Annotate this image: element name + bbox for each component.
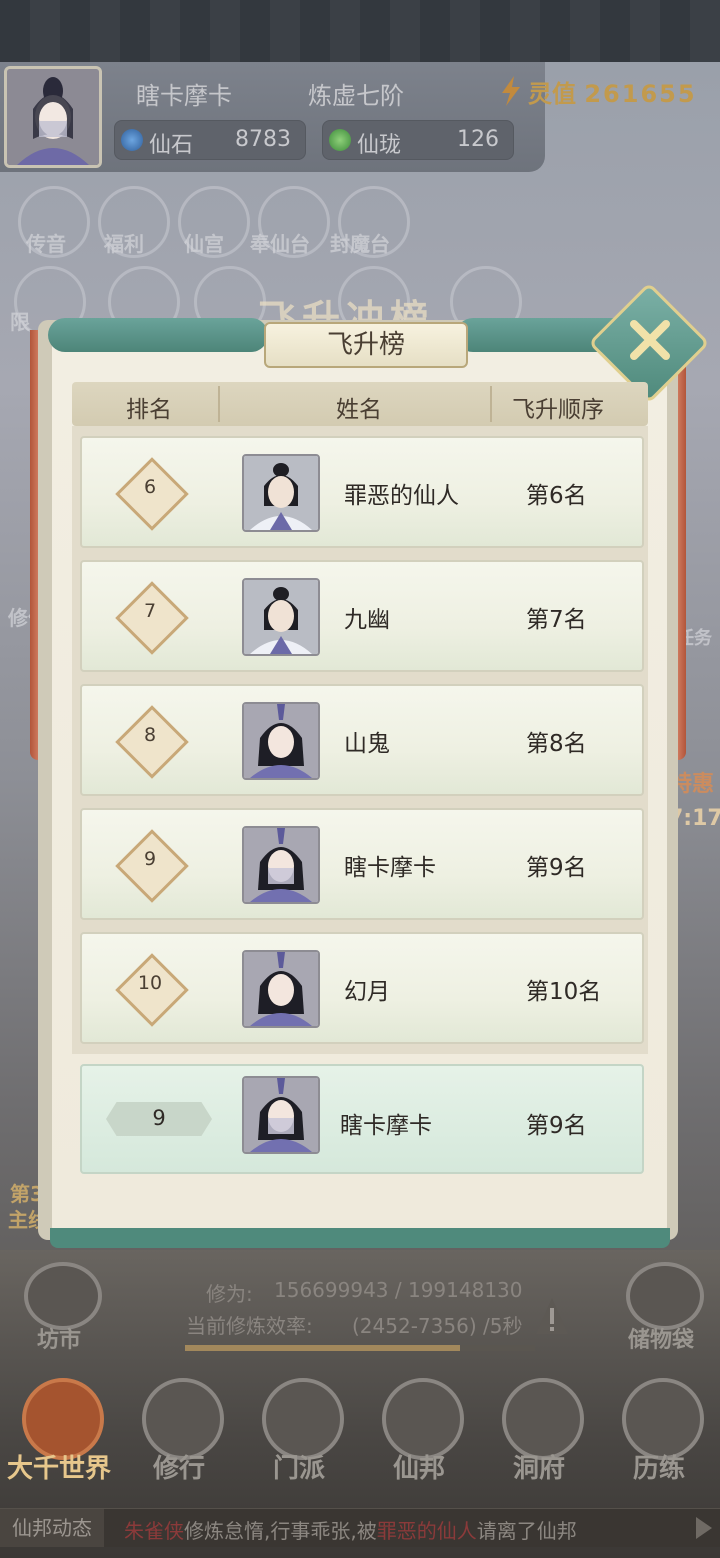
ranking-row[interactable]: 8 山鬼 第8名 <box>80 684 644 796</box>
lightning-icon <box>502 76 520 106</box>
ranking-row[interactable]: 10 幻月 第10名 <box>80 932 644 1044</box>
cultivation-rate-label: 当前修炼效率: <box>186 1314 313 1338</box>
nav-sect[interactable]: 门派 <box>244 1372 354 1502</box>
column-name: 姓名 <box>336 397 382 423</box>
ascension-order: 第7名 <box>526 607 587 633</box>
jade-value: 126 <box>457 127 499 152</box>
ascension-order: 第8名 <box>526 731 587 757</box>
market-label: 坊市 <box>36 1328 81 1353</box>
market-icon <box>24 1262 102 1330</box>
warning-icon[interactable] <box>534 1296 570 1336</box>
message-label: 传音 <box>26 232 66 256</box>
player-name: 山鬼 <box>344 731 390 757</box>
limited-label: 限 <box>10 310 30 334</box>
veiled-female-avatar[interactable] <box>242 1076 320 1154</box>
welfare-label: 福利 <box>104 232 144 256</box>
player-name: 罪恶的仙人 <box>344 483 459 509</box>
ticker-message: 朱雀侠修炼怠惰,行事乖张,被罪恶的仙人请离了仙邦 <box>124 1515 577 1544</box>
player-realm: 炼虚七阶 <box>308 82 404 110</box>
table-header: 排名 姓名 飞升顺序 <box>72 382 648 426</box>
veiled-female-avatar[interactable] <box>242 826 320 904</box>
jade-counter[interactable]: 仙珑 126 <box>322 120 514 160</box>
ascension-order: 第9名 <box>526 855 587 881</box>
column-divider <box>218 386 220 422</box>
jade-icon <box>329 129 351 151</box>
nav-cultivate[interactable]: 修行 <box>124 1372 234 1502</box>
nav-label: 历练 <box>632 1454 685 1484</box>
nav-label: 门派 <box>272 1454 325 1484</box>
nav-cave[interactable]: 洞府 <box>484 1372 594 1502</box>
spirit-stone-icon <box>121 129 143 151</box>
storage-button[interactable]: 储物袋 <box>616 1262 706 1353</box>
column-order: 飞升顺序 <box>512 397 604 423</box>
female-cultivator-avatar[interactable] <box>242 950 320 1028</box>
chevron-right-icon[interactable] <box>692 1515 716 1541</box>
market-button[interactable]: 坊市 <box>14 1262 104 1353</box>
palace-label: 仙宫 <box>184 232 224 256</box>
nav-label: 修行 <box>152 1454 205 1484</box>
cultivation-label: 修为: <box>206 1282 253 1306</box>
ranking-row[interactable]: 7 九幽 第7名 <box>80 560 644 672</box>
nav-label: 仙邦 <box>392 1454 445 1484</box>
cultivation-rate-value: (2452-7356) /5秒 <box>352 1314 523 1338</box>
player-name: 瞎卡摩卡 <box>344 855 436 881</box>
male-cultivator-avatar[interactable] <box>242 454 320 532</box>
close-icon[interactable] <box>628 318 672 362</box>
player-avatar[interactable] <box>4 66 102 168</box>
ranking-row[interactable]: 6 罪恶的仙人 第6名 <box>80 436 644 548</box>
rank-number: 7 <box>143 600 157 622</box>
spirit-stone-counter[interactable]: 仙石 8783 <box>114 120 306 160</box>
rank-number: 9 <box>143 848 157 870</box>
storage-label: 储物袋 <box>627 1328 694 1353</box>
my-ranking-row[interactable]: 9 瞎卡摩卡 第9名 <box>80 1064 644 1174</box>
game-screen: 瞎卡摩卡 炼虚七阶 灵值 261655 仙石 8783 仙珑 126 传音 福利… <box>0 0 720 1558</box>
nav-label: 大千世界 <box>6 1454 111 1484</box>
my-rank-number: 9 <box>152 1106 166 1130</box>
ascension-order: 第6名 <box>526 483 587 509</box>
ticker-text-part: 请离了仙邦 <box>476 1519 577 1543</box>
player-name: 幻月 <box>344 979 390 1005</box>
jade-label: 仙珑 <box>357 133 402 158</box>
ticker-player-name: 罪恶的仙人 <box>376 1519 477 1543</box>
storage-bag-icon <box>626 1262 704 1330</box>
player-name: 九幽 <box>344 607 390 633</box>
modal-base <box>50 1228 670 1248</box>
rank-number: 10 <box>137 972 163 994</box>
cultivation-progress-fill <box>185 1345 461 1351</box>
nav-alliance[interactable]: 仙邦 <box>364 1372 474 1502</box>
power-label-text: 灵值 <box>528 80 576 108</box>
power-label: 灵值 261655 <box>528 74 697 109</box>
ranking-row[interactable]: 9 瞎卡摩卡 第9名 <box>80 808 644 920</box>
rank-number: 8 <box>143 724 157 746</box>
player-name: 瞎卡摩卡 <box>136 82 232 110</box>
nav-world[interactable]: 大千世界 <box>4 1372 114 1502</box>
column-rank: 排名 <box>126 397 172 423</box>
modal-title: 飞升榜 <box>264 322 468 368</box>
nav-training[interactable]: 历练 <box>604 1372 714 1502</box>
ticker-label: 仙邦动态 <box>0 1509 104 1547</box>
female-cultivator-avatar[interactable] <box>242 702 320 780</box>
rank-number: 6 <box>143 476 157 498</box>
spirit-stone-value: 8783 <box>235 127 291 152</box>
ascension-order: 第10名 <box>526 979 602 1005</box>
title-ribbon-left <box>48 318 268 352</box>
column-divider <box>490 386 492 422</box>
my-name: 瞎卡摩卡 <box>340 1113 432 1139</box>
cultivation-progress-bar <box>185 1345 535 1351</box>
nav-label: 洞府 <box>512 1454 565 1484</box>
top-border <box>0 0 720 64</box>
ticker-player-name: 朱雀侠 <box>124 1519 184 1543</box>
male-cultivator-avatar[interactable] <box>242 578 320 656</box>
power-value: 261655 <box>584 80 697 108</box>
altar-label: 奉仙台 <box>250 232 310 256</box>
cultivation-value: 156699943 / 199148130 <box>274 1278 523 1302</box>
my-ascension-order: 第9名 <box>526 1113 587 1139</box>
ticker-text-part: 修炼怠惰,行事乖张,被 <box>184 1519 377 1543</box>
demon-seal-label: 封魔台 <box>330 232 390 256</box>
alliance-news-ticker[interactable]: 仙邦动态 朱雀侠修炼怠惰,行事乖张,被罪恶的仙人请离了仙邦 <box>0 1508 720 1547</box>
spirit-stone-label: 仙石 <box>149 133 194 158</box>
